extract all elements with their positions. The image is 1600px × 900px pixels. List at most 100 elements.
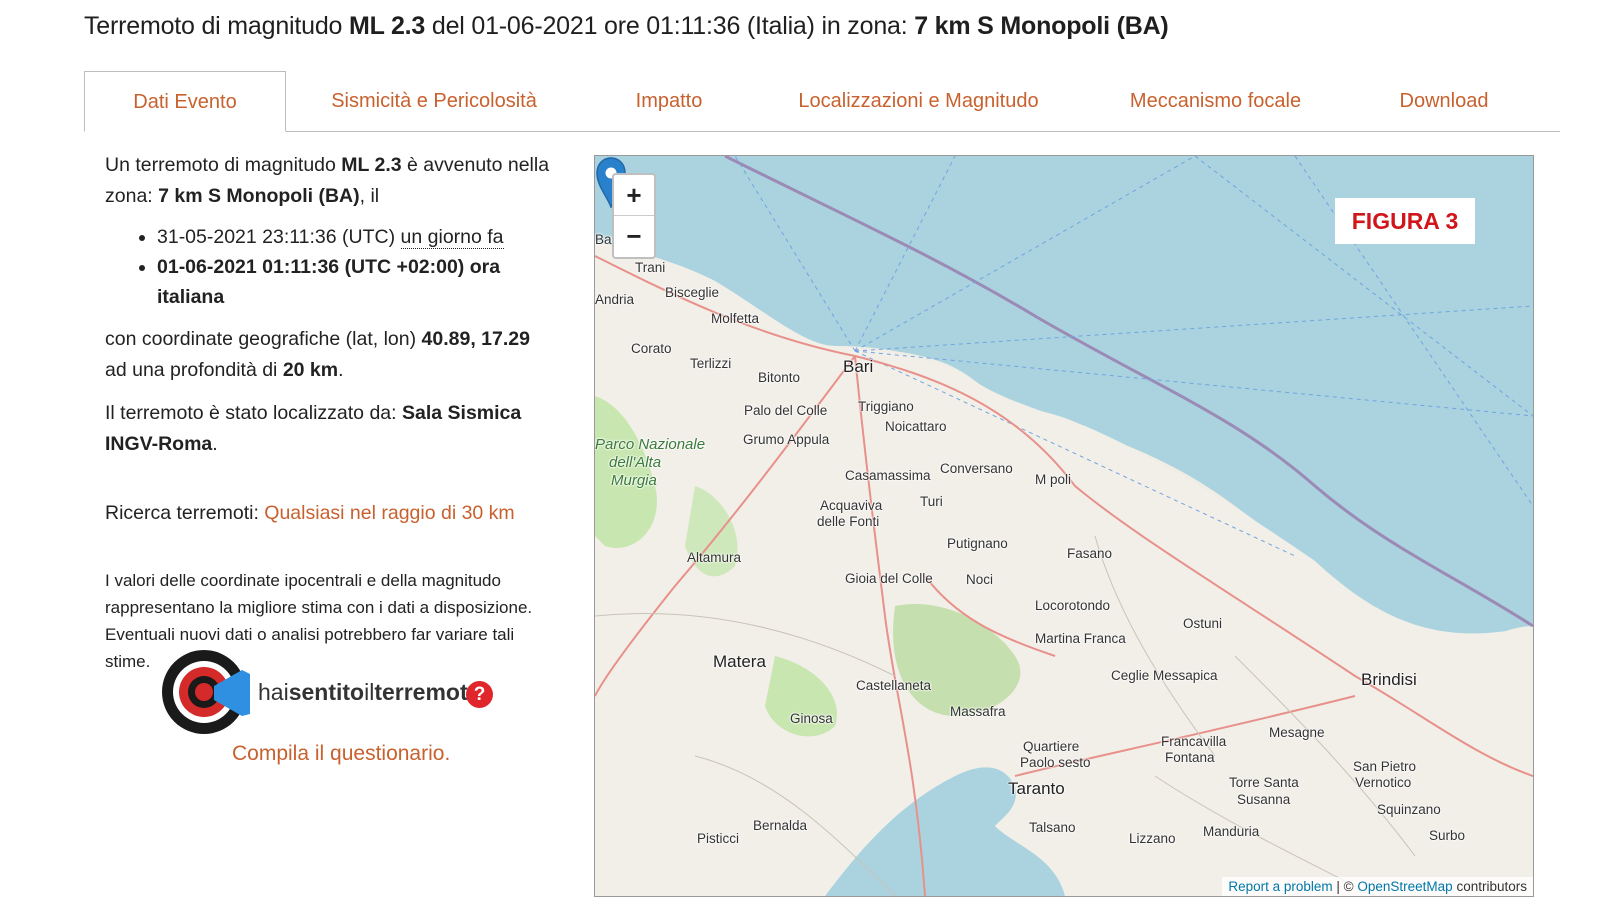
place-label: Gioia del Colle [845, 571, 933, 586]
event-coordinates: con coordinate geografiche (lat, lon) 40… [105, 324, 555, 386]
place-label: Ostuni [1183, 616, 1223, 631]
zoom-out-button[interactable]: − [614, 216, 654, 256]
event-map[interactable]: Trani Bisceglie Molfetta Corato Terlizzi… [594, 155, 1534, 897]
event-located-by: Il terremoto è stato localizzato da: Sal… [105, 398, 555, 460]
time-local-item: 01-06-2021 01:11:36 (UTC +02:00) ora ita… [157, 252, 555, 312]
place-label: Molfetta [711, 311, 760, 326]
place-label: Ceglie Messapica [1111, 668, 1218, 683]
place-label: Manduria [1203, 824, 1260, 839]
title-middle: del 01-06-2021 ore 01:11:36 (Italia) in … [425, 12, 915, 40]
place-label: Taranto [1008, 779, 1065, 798]
place-label: Fontana [1165, 750, 1215, 765]
place-label: Castellaneta [856, 678, 932, 693]
place-label: Terlizzi [690, 356, 732, 371]
place-label: Pisticci [697, 831, 740, 846]
place-label: Grumo Appula [743, 432, 830, 447]
place-label: Noci [966, 572, 994, 587]
time-ago: un giorno fa [400, 226, 504, 249]
place-label: Massafra [950, 704, 1006, 719]
event-intro-text-3: , il [359, 185, 380, 207]
place-label: delle Fonti [817, 514, 880, 529]
place-label: Triggiano [858, 399, 914, 414]
place-label: Lizzano [1129, 831, 1176, 846]
coords-value: 40.89, 17.29 [421, 328, 530, 350]
located-text-end: . [212, 433, 218, 455]
hai-sentito-text[interactable]: haisentitoilterremoto [258, 679, 482, 706]
place-label: Andria [595, 292, 635, 307]
park-label-line: dell'Alta [609, 454, 662, 471]
tab-localizzazioni[interactable]: Localizzazioni e Magnitudo [755, 71, 1082, 131]
place-label: Ginosa [790, 711, 833, 726]
tab-download[interactable]: Download [1349, 71, 1539, 131]
attribution-tail: contributors [1452, 879, 1527, 894]
place-label: Conversano [940, 461, 1013, 476]
place-label: Altamura [687, 550, 742, 565]
osm-link[interactable]: OpenStreetMap [1357, 879, 1452, 894]
event-magnitude: ML 2.3 [341, 154, 402, 176]
event-zone: 7 km S Monopoli (BA) [158, 185, 360, 207]
place-label: Surbo [1429, 828, 1466, 843]
report-problem-link[interactable]: Report a problem [1228, 879, 1332, 894]
tab-impatto[interactable]: Impatto [584, 71, 754, 131]
place-label: Acquaviva [820, 498, 883, 513]
time-utc-item: 31-05-2021 23:11:36 (UTC) un giorno fa [157, 222, 555, 252]
located-text: Il terremoto è stato localizzato da: [105, 402, 402, 424]
place-label: Putignano [947, 536, 1008, 551]
zoom-in-button[interactable]: + [614, 175, 654, 216]
tab-sismicita[interactable]: Sismicità e Pericolosità [285, 71, 583, 131]
place-label: Bari [843, 357, 874, 376]
time-local: 01-06-2021 01:11:36 (UTC +02:00) ora ita… [157, 256, 501, 308]
place-label: Bitonto [758, 370, 801, 385]
place-label: M poli [1035, 472, 1072, 487]
place-label: San Pietro [1353, 759, 1417, 774]
place-label: Squinzano [1377, 802, 1441, 817]
tab-dati-evento[interactable]: Dati Evento [84, 71, 286, 132]
search-earthquakes: Ricerca terremoti: Qualsiasi nel raggio … [105, 498, 555, 529]
zoom-control: + − [612, 173, 656, 259]
search-radius-link[interactable]: Qualsiasi nel raggio di 30 km [264, 502, 514, 524]
coords-text-1: con coordinate geografiche (lat, lon) [105, 328, 422, 350]
place-label: Casamassima [845, 468, 931, 483]
place-label: Turi [920, 494, 943, 509]
attribution-separator: | © [1332, 879, 1358, 894]
figure-label: FIGURA 3 [1335, 198, 1475, 244]
page-title: Terremoto di magnitudo ML 2.3 del 01-06-… [84, 12, 1169, 41]
depth-value: 20 km [282, 359, 339, 381]
place-label: Matera [713, 652, 766, 671]
hst-il: il [364, 679, 375, 705]
question-icon[interactable]: ? [466, 681, 493, 708]
time-utc: 31-05-2021 23:11:36 (UTC) [157, 226, 401, 248]
place-label: Paolo sesto [1020, 755, 1091, 770]
place-label: Martina Franca [1035, 631, 1126, 646]
park-label-line: Murgia [611, 472, 657, 489]
questionnaire-link[interactable]: Compila il questionario. [232, 742, 450, 766]
place-label: Corato [631, 341, 672, 356]
coords-text-2: ad una profondità di [105, 359, 283, 381]
place-label: Palo del Colle [744, 403, 828, 418]
place-label: Fasano [1067, 546, 1113, 561]
event-times: 31-05-2021 23:11:36 (UTC) un giorno fa 0… [105, 222, 555, 312]
place-label: Locorotondo [1035, 598, 1111, 613]
event-details: Un terremoto di magnitudo ML 2.3 è avven… [105, 150, 555, 675]
park-label-line: Parco Nazionale [595, 436, 706, 453]
tab-bar: Dati Evento Sismicità e Pericolosità Imp… [84, 71, 1560, 132]
place-label: Francavilla [1161, 734, 1227, 749]
place-label: Quartiere [1023, 739, 1080, 754]
place-label: Trani [635, 260, 666, 275]
tab-meccanismo-focale[interactable]: Meccanismo focale [1083, 71, 1348, 131]
place-label: Brindisi [1361, 670, 1417, 689]
title-zone: 7 km S Monopoli (BA) [914, 12, 1169, 40]
event-intro: Un terremoto di magnitudo ML 2.3 è avven… [105, 150, 555, 212]
place-label: Vernotico [1355, 775, 1412, 790]
place-label: Noicattaro [885, 419, 947, 434]
title-magnitude: ML 2.3 [348, 12, 426, 40]
hst-hai: hai [258, 679, 289, 705]
search-label: Ricerca terremoti: [105, 502, 265, 524]
place-label: Bernalda [753, 818, 808, 833]
place-label: Bisceglie [665, 285, 720, 300]
place-label: Mesagne [1269, 725, 1325, 740]
place-label: Susanna [1237, 792, 1291, 807]
place-label: Torre Santa [1229, 775, 1299, 790]
coords-text-3: . [338, 359, 344, 381]
event-intro-text-1: Un terremoto di magnitudo [105, 154, 342, 176]
